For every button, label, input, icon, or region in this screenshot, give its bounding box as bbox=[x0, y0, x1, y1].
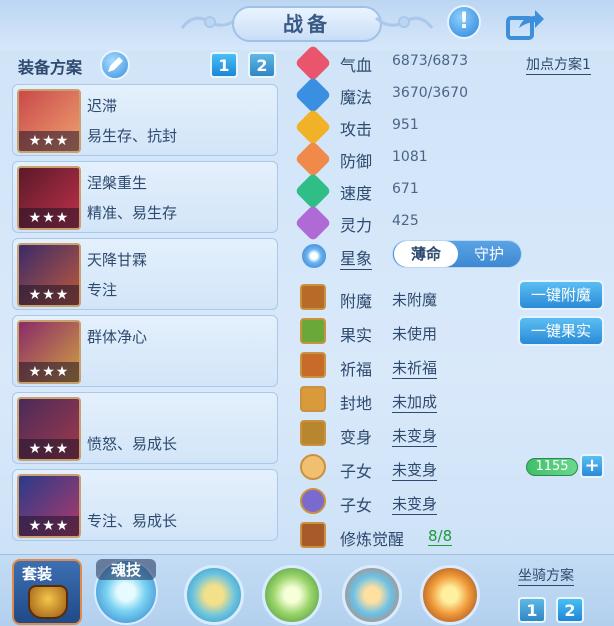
stat-mp: 魔法 3670/3670 bbox=[294, 76, 610, 114]
skill-orb-2-icon[interactable] bbox=[262, 565, 322, 625]
equipment-icon: ★★★ bbox=[17, 397, 81, 461]
child-row-2: 子女 未变身 bbox=[296, 484, 610, 518]
edit-scheme-button[interactable] bbox=[100, 50, 130, 80]
transform-row: 变身 未变身 bbox=[296, 416, 610, 450]
scheme-item[interactable]: ★★★ 涅槃重生 精准、易生存 bbox=[12, 161, 278, 233]
mount-tab-1[interactable]: 1 bbox=[518, 597, 546, 623]
star-option-bomin[interactable]: 薄命 bbox=[394, 241, 458, 267]
child-link-2[interactable]: 未变身 bbox=[392, 493, 438, 515]
pencil-icon bbox=[108, 57, 123, 72]
enchant-icon bbox=[300, 284, 326, 310]
enchant-row: 附魔 未附魔 一键附魔 bbox=[296, 280, 610, 314]
star-option-shouhu[interactable]: 守护 bbox=[457, 241, 521, 267]
scheme-tab-2[interactable]: 2 bbox=[248, 52, 276, 78]
title-bar: 战备 ! bbox=[0, 0, 614, 50]
mount-tab-2[interactable]: 2 bbox=[556, 597, 584, 623]
scheme-name: 天降甘霖 bbox=[87, 251, 148, 269]
mana-icon bbox=[294, 76, 332, 114]
skill-orb-1-icon[interactable] bbox=[184, 565, 244, 625]
child-icon bbox=[300, 488, 326, 514]
equipment-icon: ★★★ bbox=[17, 320, 81, 384]
soul-skill-button[interactable]: 魂技 bbox=[94, 559, 158, 625]
page-title: 战备 bbox=[232, 6, 382, 42]
stat-defense: 防御 1081 bbox=[294, 140, 610, 178]
scheme-item[interactable]: ★★★ 天降甘霖 专注 bbox=[12, 238, 278, 310]
star-sign-label[interactable]: 星象 bbox=[340, 245, 373, 270]
scheme-name: 涅槃重生 bbox=[87, 174, 148, 192]
skill-orb-4-icon[interactable] bbox=[420, 565, 480, 625]
stat-spirit: 灵力 425 bbox=[294, 204, 610, 242]
scheme-item[interactable]: ★★★ 群体净心 bbox=[12, 315, 278, 387]
equipment-scheme-list: ★★★ 迟滞 易生存、抗封 ★★★ 涅槃重生 精准、易生存 ★★★ 天降甘霖 专… bbox=[12, 84, 278, 546]
stat-attack: 攻击 951 bbox=[294, 108, 610, 146]
bottom-bar: 套装 魂技 坐骑方案 1 2 bbox=[0, 554, 614, 626]
spirit-icon bbox=[294, 204, 332, 242]
fruit-icon bbox=[300, 318, 326, 344]
child-link[interactable]: 未变身 bbox=[392, 459, 438, 481]
scheme-item[interactable]: ★★★ 迟滞 易生存、抗封 bbox=[12, 84, 278, 156]
scheme-item[interactable]: ★★★ 专注、易成长 bbox=[12, 469, 278, 541]
star-sign-icon bbox=[302, 244, 326, 268]
equipment-icon: ★★★ bbox=[17, 474, 81, 538]
shield-icon bbox=[294, 140, 332, 178]
fruit-row: 果实 未使用 一键果实 bbox=[296, 314, 610, 348]
awakening-icon bbox=[300, 522, 326, 548]
star-sign-row: 星象 薄命 守护 bbox=[296, 238, 610, 272]
info-button[interactable]: ! bbox=[447, 5, 481, 39]
stat-speed: 速度 671 bbox=[294, 172, 610, 210]
lightning-icon bbox=[294, 172, 332, 210]
cloud-ornament-icon bbox=[180, 16, 239, 29]
awakening-row: 修炼觉醒 8/8 bbox=[296, 518, 610, 552]
transform-icon bbox=[300, 420, 326, 446]
scheme-name: 群体净心 bbox=[87, 328, 148, 346]
share-icon[interactable] bbox=[505, 8, 545, 40]
scheme-tags: 专注、易成长 bbox=[87, 512, 178, 530]
scheme-item[interactable]: ★★★ 愤怒、易成长 bbox=[12, 392, 278, 464]
stats-panel: 气血 6873/6873 加点方案1 魔法 3670/3670 攻击 951 防… bbox=[294, 44, 610, 552]
scheme-name: 迟滞 bbox=[87, 97, 118, 115]
equipment-icon: ★★★ bbox=[17, 243, 81, 307]
child-row: 子女 未变身 1155 + bbox=[296, 450, 610, 484]
points-plan-link[interactable]: 加点方案1 bbox=[526, 54, 591, 75]
equipment-icon: ★★★ bbox=[17, 166, 81, 230]
stat-hp: 气血 6873/6873 加点方案1 bbox=[294, 44, 610, 82]
scheme-tags: 愤怒、易成长 bbox=[87, 435, 178, 453]
awakening-progress[interactable]: 8/8 bbox=[428, 527, 453, 546]
treasure-pot-icon bbox=[28, 585, 68, 619]
one-click-enchant-button[interactable]: 一键附魔 bbox=[518, 280, 604, 310]
child-icon bbox=[300, 454, 326, 480]
scheme-tags: 易生存、抗封 bbox=[87, 127, 178, 145]
divider bbox=[296, 272, 610, 280]
heart-icon bbox=[294, 44, 332, 82]
blessing-row: 祈福 未祈福 bbox=[296, 348, 610, 382]
skill-orb-3-icon[interactable] bbox=[342, 565, 402, 625]
sword-icon bbox=[294, 108, 332, 146]
blessing-link[interactable]: 未祈福 bbox=[392, 357, 438, 379]
scheme-tab-1[interactable]: 1 bbox=[210, 52, 238, 78]
transform-link[interactable]: 未变身 bbox=[392, 425, 438, 447]
fief-link[interactable]: 未加成 bbox=[392, 391, 438, 413]
equipment-scheme-header: 装备方案 1 2 bbox=[14, 50, 284, 80]
fief-icon bbox=[300, 386, 326, 412]
one-click-fruit-button[interactable]: 一键果实 bbox=[518, 316, 604, 346]
equipment-scheme-label: 装备方案 bbox=[18, 58, 83, 77]
mount-plan-link[interactable]: 坐骑方案 bbox=[518, 565, 574, 586]
cloud-ornament-icon bbox=[375, 16, 434, 29]
fief-row: 封地 未加成 bbox=[296, 382, 610, 416]
blessing-icon bbox=[300, 352, 326, 378]
add-child-button[interactable]: + bbox=[580, 454, 604, 478]
child-value-bar: 1155 bbox=[526, 458, 578, 476]
suit-button[interactable]: 套装 bbox=[12, 559, 82, 625]
scheme-tags: 精准、易生存 bbox=[87, 204, 178, 222]
star-sign-toggle: 薄命 守护 bbox=[392, 240, 522, 268]
scheme-tags: 专注 bbox=[87, 281, 118, 299]
equipment-icon: ★★★ bbox=[17, 89, 81, 153]
